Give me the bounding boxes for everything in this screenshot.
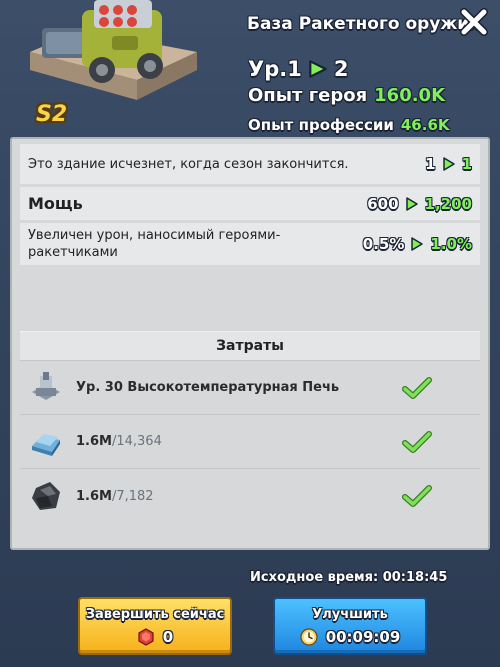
upgrade-label: Улучшить (312, 606, 388, 622)
iron-ingot-icon (32, 433, 60, 456)
cost-amount: 1.6M/14,364 (76, 434, 402, 449)
arrow-right-icon (405, 196, 418, 211)
stat-old-value: 1 (425, 155, 436, 173)
panel-spacer (20, 269, 480, 329)
initial-time: Исходное время: 00:18:45 (250, 570, 447, 585)
profession-xp-label: Опыт профессии (248, 116, 394, 134)
missile-base-building-image (22, 0, 202, 112)
stat-values: 1 1 (425, 155, 472, 173)
stat-row-damage: Увеличен урон, наносимый героями-ракетчи… (20, 223, 480, 265)
stat-new-value: 1 (461, 155, 472, 173)
checkmark-icon (402, 485, 432, 507)
arrow-right-icon (442, 157, 455, 171)
stat-old-value: 0.5% (362, 235, 405, 253)
season-badge: S2 (36, 102, 68, 127)
clock-icon (300, 627, 318, 646)
cost-amount: 1.6M/7,182 (76, 489, 402, 504)
close-button[interactable] (458, 6, 490, 38)
gem-icon (138, 627, 154, 646)
cost-need: /14,364 (111, 434, 162, 449)
upgrade-panel: Это здание исчезнет, когда сезон закончи… (10, 137, 490, 550)
checkmark-icon (402, 430, 432, 453)
close-icon (460, 8, 488, 36)
stat-row-season: Это здание исчезнет, когда сезон закончи… (20, 144, 480, 184)
cost-have: 1.6M (76, 488, 112, 504)
building-title: База Ракетного оружия (247, 14, 481, 34)
stat-label: Увеличен урон, наносимый героями-ракетчи… (28, 228, 281, 260)
cost-need: /7,182 (111, 488, 154, 504)
arrow-right-icon (411, 237, 424, 251)
cost-row-coal[interactable]: 1.6M/7,182 (20, 469, 480, 523)
stat-row-power: Мощь 600 1,200 (20, 187, 480, 220)
hero-xp-row: Опыт героя 160.0K (248, 85, 445, 106)
stat-label: Мощь (28, 194, 83, 213)
finish-cost: 0 (137, 628, 173, 646)
upgrade-time: 00:09:09 (300, 627, 401, 646)
arrow-right-icon (309, 60, 327, 78)
finish-cost-value: 0 (162, 627, 174, 646)
next-level: 2 (333, 57, 349, 81)
cost-row-iron[interactable]: 1.6M/14,364 (20, 415, 480, 469)
hero-xp-label: Опыт героя (248, 85, 368, 106)
cost-have: 1.6M (76, 434, 112, 449)
stat-new-value: 1.0% (430, 235, 472, 253)
stat-values: 600 1,200 (367, 195, 472, 213)
current-level: Ур.1 (248, 57, 302, 81)
costs-section: Затраты Ур. 30 Высокотемпературная Печь (20, 331, 480, 542)
profession-xp-row: Опыт профессии 46.6K (248, 116, 450, 134)
furnace-icon (32, 371, 60, 400)
stat-label: Это здание исчезнет, когда сезон закончи… (28, 156, 349, 172)
finish-now-label: Завершить сейчас (85, 606, 225, 622)
level-row: Ур.1 2 (248, 57, 348, 81)
coal-ore-icon (32, 482, 60, 510)
stat-values: 0.5% 1.0% (363, 235, 472, 253)
initial-time-value: 00:18:45 (382, 570, 448, 585)
profession-xp-value: 46.6K (400, 116, 450, 134)
cost-row-furnace[interactable]: Ур. 30 Высокотемпературная Печь (20, 361, 480, 415)
costs-header: Затраты (20, 331, 480, 361)
upgrade-button[interactable]: Улучшить 00:09:09 (273, 597, 427, 655)
stat-old-value: 600 (367, 194, 399, 213)
checkmark-icon (402, 376, 432, 399)
cost-requirement-text: Ур. 30 Высокотемпературная Печь (76, 380, 340, 395)
upgrade-time-value: 00:09:09 (325, 627, 401, 646)
stat-new-value: 1,200 (424, 194, 472, 213)
hero-xp-value: 160.0K (374, 85, 446, 106)
initial-time-label: Исходное время: (250, 570, 379, 585)
finish-now-button[interactable]: Завершить сейчас 0 (78, 597, 232, 655)
